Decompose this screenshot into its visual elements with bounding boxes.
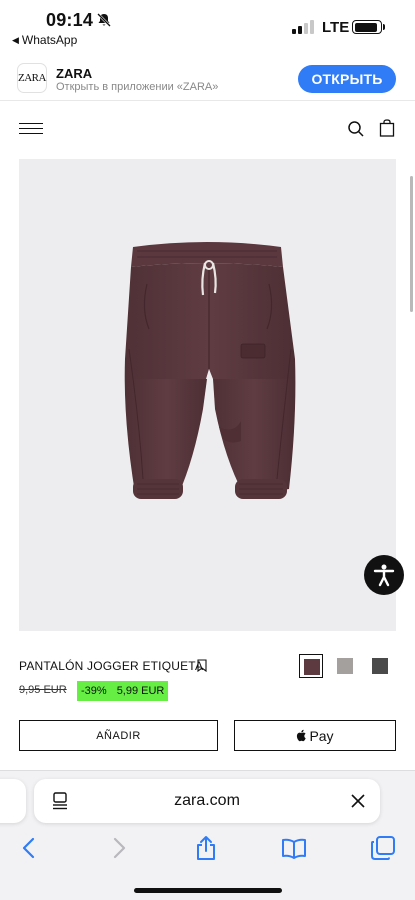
close-icon[interactable] xyxy=(351,794,365,808)
color-swatch-burgundy[interactable] xyxy=(299,654,323,678)
color-swatch-grey[interactable] xyxy=(333,654,357,678)
signal-icon xyxy=(292,20,314,34)
apple-pay-label: Pay xyxy=(309,727,334,744)
battery-tip xyxy=(383,24,385,30)
menu-icon[interactable] xyxy=(19,123,43,135)
url-text[interactable]: zara.com xyxy=(34,792,380,810)
previous-tab-card[interactable] xyxy=(0,779,26,823)
zara-app-logo: ZARA xyxy=(17,63,47,93)
back-to-app-link[interactable]: ◀ WhatsApp xyxy=(12,33,77,47)
back-triangle-icon: ◀ xyxy=(12,34,19,45)
bookmarks-icon[interactable] xyxy=(281,835,307,861)
browser-toolbar: zara.com xyxy=(0,770,415,900)
discount-badge: -39% 5,99 EUR xyxy=(77,681,169,701)
color-swatch-charcoal[interactable] xyxy=(368,654,392,678)
back-app-label: WhatsApp xyxy=(21,33,78,47)
tabs-icon[interactable] xyxy=(370,835,396,861)
bookmark-icon[interactable] xyxy=(197,659,207,672)
bag-icon[interactable] xyxy=(379,119,395,137)
product-name: PANTALÓN JOGGER ETIQUETA xyxy=(19,659,204,673)
home-indicator xyxy=(134,888,282,893)
status-time: 09:14 xyxy=(46,10,94,30)
accessibility-icon xyxy=(373,564,395,587)
search-icon[interactable] xyxy=(347,120,365,138)
site-header xyxy=(0,110,415,150)
apple-pay-button[interactable]: Pay xyxy=(234,720,396,751)
new-price: 5,99 EUR xyxy=(116,685,165,697)
apple-logo-icon xyxy=(297,729,307,742)
product-image[interactable] xyxy=(19,159,396,631)
old-price: 9,95 EUR xyxy=(19,684,67,696)
bell-slash-icon xyxy=(97,13,111,27)
share-icon[interactable] xyxy=(193,835,219,861)
accessibility-button[interactable] xyxy=(364,555,404,595)
status-bar: 09:14 ◀ WhatsApp LTE xyxy=(0,0,415,50)
page-scrollbar[interactable] xyxy=(410,176,413,312)
app-banner: ZARA ZARA Открыть в приложении «ZARA» ОТ… xyxy=(0,55,415,101)
network-label: LTE xyxy=(322,19,350,36)
open-app-button[interactable]: ОТКРЫТЬ xyxy=(298,65,396,93)
banner-title: ZARA xyxy=(56,66,93,81)
discount-percent: -39% xyxy=(81,685,107,697)
pants-illustration xyxy=(124,242,296,499)
banner-subtitle: Открыть в приложении «ZARA» xyxy=(56,81,219,93)
forward-chevron-icon[interactable] xyxy=(106,835,132,861)
back-chevron-icon[interactable] xyxy=(16,835,42,861)
add-to-cart-button[interactable]: AÑADIR xyxy=(19,720,218,751)
battery-icon xyxy=(352,20,382,34)
address-bar[interactable]: zara.com xyxy=(34,779,380,823)
